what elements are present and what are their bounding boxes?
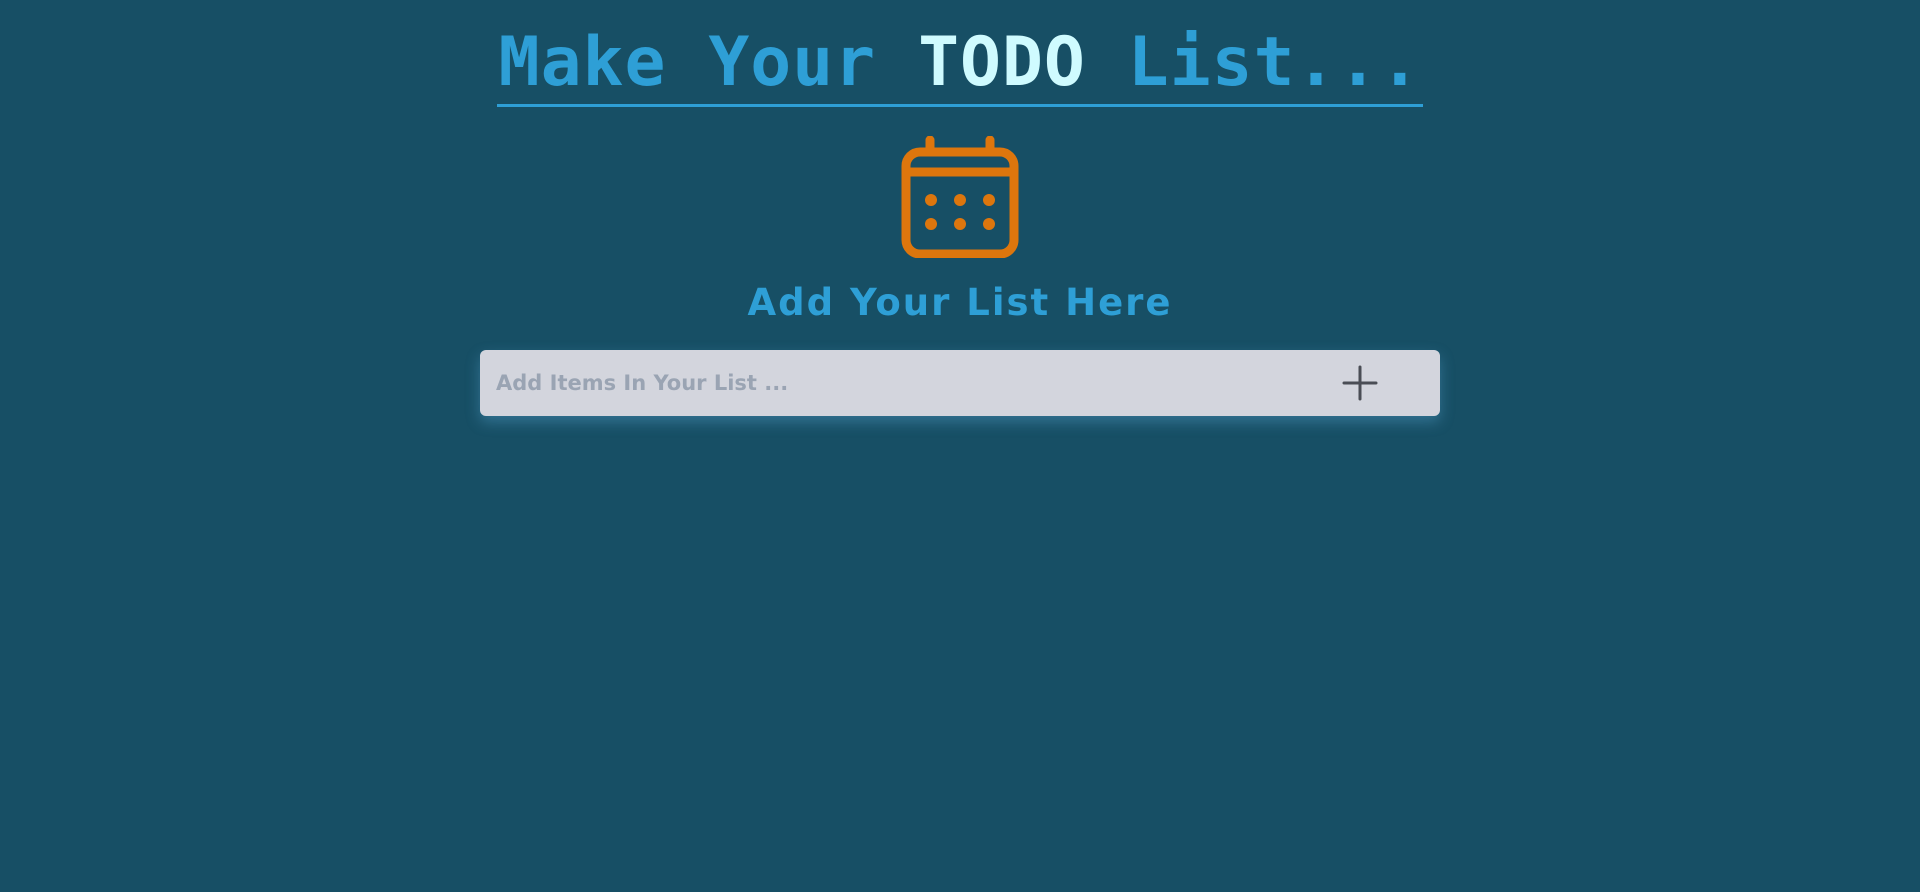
add-item-form xyxy=(480,350,1440,416)
calendar-icon xyxy=(901,136,1019,258)
title-underline-wrapper: Make Your TODO List... xyxy=(496,22,1424,107)
app-container: Make Your TODO List... Add Your List Her… xyxy=(0,0,1920,892)
plus-icon xyxy=(1342,365,1378,401)
add-item-button[interactable] xyxy=(1334,363,1386,403)
title-text-part-2: List... xyxy=(1085,23,1422,102)
page-title: Make Your TODO List... xyxy=(0,22,1920,107)
title-text-highlight: TODO xyxy=(918,23,1086,102)
title-text-part-1: Make Your xyxy=(498,23,919,102)
subtitle: Add Your List Here xyxy=(747,281,1173,324)
add-item-input[interactable] xyxy=(496,350,1356,416)
